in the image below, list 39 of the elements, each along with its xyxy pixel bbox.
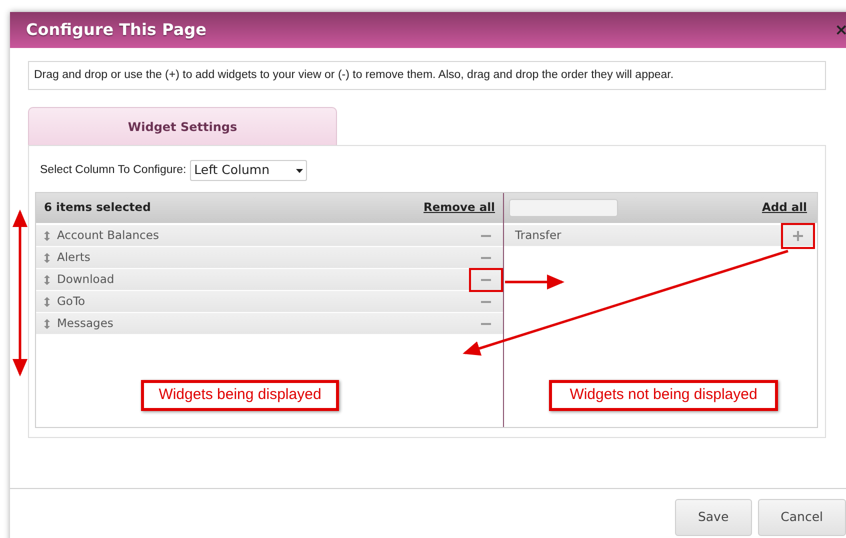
- remove-all-link[interactable]: Remove all: [424, 199, 495, 217]
- drag-handle-icon[interactable]: [44, 296, 50, 306]
- plus-icon: [793, 230, 803, 240]
- drag-handle-icon[interactable]: [44, 252, 50, 262]
- remove-button[interactable]: [471, 270, 501, 290]
- add-all-link[interactable]: Add all: [762, 199, 807, 217]
- caret-icon: [296, 168, 304, 172]
- minus-icon: [481, 300, 491, 302]
- dialog-button[interactable]: Save: [674, 499, 752, 536]
- drag-handle-icon[interactable]: [44, 318, 50, 328]
- widget-item[interactable]: Transfer: [504, 225, 815, 247]
- dialog-button[interactable]: Cancel: [758, 499, 846, 536]
- search-field[interactable]: [509, 199, 618, 217]
- widget-item[interactable]: GoTo: [36, 291, 503, 313]
- widget-name: Download: [57, 270, 116, 288]
- widget-name: Messages: [57, 314, 114, 332]
- add-button[interactable]: [783, 224, 813, 246]
- minus-icon: [481, 256, 491, 258]
- drag-handle-icon[interactable]: [44, 230, 50, 240]
- callout-label: Widgets not being displayed: [549, 380, 778, 411]
- callout-label: Widgets being displayed: [141, 380, 339, 411]
- minus-icon: [481, 322, 491, 324]
- widget-name: GoTo: [57, 292, 86, 310]
- widget-item[interactable]: Account Balances: [36, 225, 503, 247]
- minus-icon: [481, 234, 491, 236]
- select-label: Select Column To Configure:: [40, 162, 186, 178]
- widget-name: Alerts: [57, 248, 92, 266]
- widget-name: Transfer: [515, 226, 562, 244]
- window-title: Configure This Page: [26, 19, 206, 41]
- column-dropdown[interactable]: Left Column: [190, 160, 308, 181]
- widget-item[interactable]: Download: [36, 269, 503, 291]
- instructions-text: Drag and drop or use the (+) to add widgets to your view or (-) to remove them. Also, drag and drop the order they will appear.: [34, 68, 674, 83]
- minus-icon: [481, 278, 491, 280]
- drag-handle-icon[interactable]: [44, 274, 50, 284]
- widget-name: Account Balances: [57, 226, 160, 244]
- widget-item[interactable]: Alerts: [36, 247, 503, 269]
- tab[interactable]: Widget Settings: [28, 107, 337, 145]
- widget-item[interactable]: Messages: [36, 313, 503, 335]
- selected-count: 6 items selected: [44, 199, 151, 216]
